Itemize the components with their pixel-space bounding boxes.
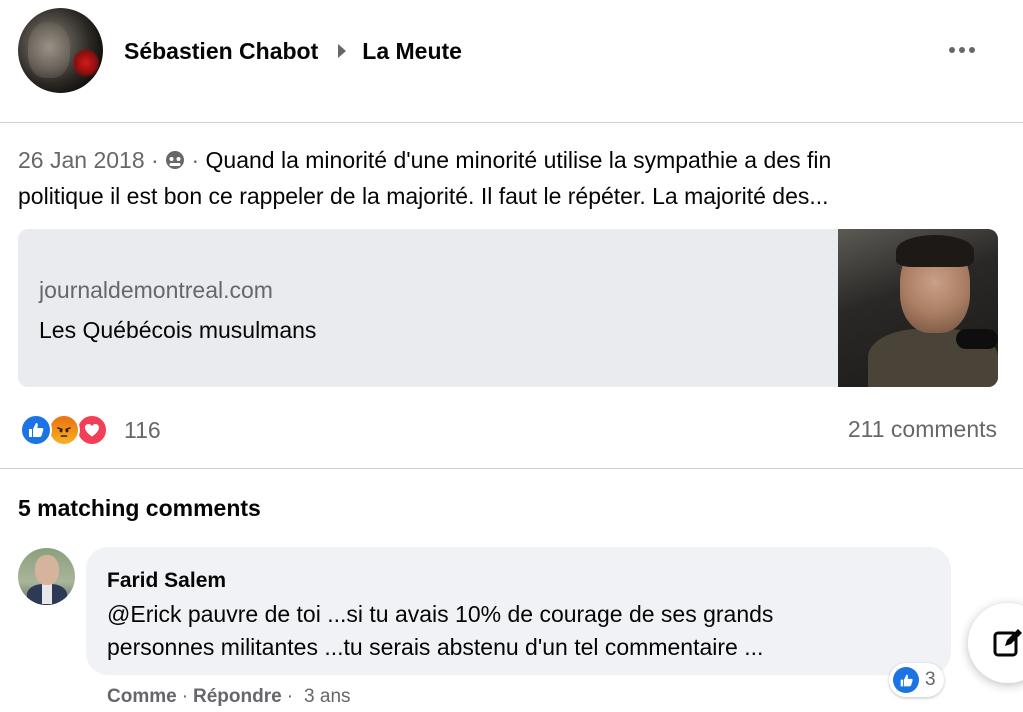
reaction-summary[interactable]: 116	[20, 413, 161, 447]
link-preview-card[interactable]: journaldemontreal.com Les Québécois musu…	[18, 229, 998, 387]
love-icon	[76, 414, 108, 446]
header-divider	[0, 122, 1023, 123]
compose-icon	[993, 629, 1022, 657]
microphone-icon	[956, 329, 998, 349]
avatar-face	[28, 22, 70, 78]
post-text-line-1: Quand la minorité d'une minorité utilise…	[205, 147, 832, 173]
like-icon	[893, 667, 919, 693]
comment-bubble: Farid Salem @Erick pauvre de toi ...si t…	[86, 547, 951, 675]
avatar-rose	[73, 48, 99, 78]
stats-divider	[0, 468, 1023, 469]
comment-text: @Erick pauvre de toi ...si tu avais 10% …	[107, 598, 927, 664]
angry-icon	[48, 414, 80, 446]
avatar-shirt	[42, 584, 52, 604]
comment-reactions[interactable]: 3	[889, 663, 944, 697]
comment-reply-button[interactable]: Répondre	[193, 686, 282, 708]
matching-comments-heading: 5 matching comments	[18, 495, 261, 521]
compose-button[interactable]	[968, 603, 1023, 683]
author-group-line: Sébastien Chabot La Meute	[124, 36, 462, 66]
post-text-line-2[interactable]: politique il est bon ce rappeler de la m…	[18, 183, 829, 209]
link-title: Les Québécois musulmans	[39, 317, 317, 343]
privacy-group-icon	[166, 151, 185, 169]
dot-icon	[969, 47, 975, 53]
comment-text-line-1: @Erick pauvre de toi ...si tu avais 10% …	[107, 601, 774, 627]
like-icon	[20, 414, 52, 446]
post-header: Sébastien Chabot La Meute	[0, 0, 1023, 100]
comment-like-button[interactable]: Comme	[107, 686, 177, 708]
commenter-name[interactable]: Farid Salem	[107, 569, 226, 593]
link-domain: journaldemontreal.com	[39, 277, 273, 303]
comment-reaction-count: 3	[925, 669, 936, 690]
action-separator: ·	[286, 686, 294, 707]
link-thumbnail	[838, 229, 998, 387]
author-name[interactable]: Sébastien Chabot	[124, 38, 318, 65]
dot-icon	[949, 47, 955, 53]
reaction-count[interactable]: 116	[124, 417, 161, 444]
comment-count[interactable]: 211 comments	[848, 416, 997, 443]
meta-separator: ·	[191, 147, 200, 173]
more-options-button[interactable]	[942, 36, 982, 64]
dot-icon	[959, 47, 965, 53]
action-separator: ·	[181, 686, 189, 707]
post-body: 26 Jan 2018 · · Quand la minorité d'une …	[18, 142, 1008, 214]
commenter-avatar[interactable]	[18, 548, 75, 605]
comment-actions: Comme · Répondre · 3 ans	[107, 686, 351, 708]
triangle-right-icon	[338, 44, 347, 58]
author-avatar[interactable]	[18, 8, 103, 93]
post-date[interactable]: 26 Jan 2018	[18, 147, 145, 173]
thumbnail-person-hair	[896, 235, 974, 267]
avatar-head	[35, 555, 59, 585]
comment-text-line-2: personnes militantes ...tu serais absten…	[107, 634, 764, 660]
meta-separator: ·	[151, 147, 159, 173]
comment-timestamp[interactable]: 3 ans	[304, 686, 350, 708]
group-name[interactable]: La Meute	[362, 38, 462, 65]
